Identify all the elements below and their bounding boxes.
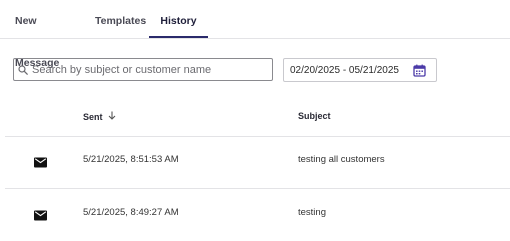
search-box[interactable] bbox=[13, 58, 273, 81]
search-icon bbox=[18, 64, 28, 75]
sort-descending-icon bbox=[108, 111, 116, 122]
date-range-value: 02/20/2025 - 05/21/2025 bbox=[290, 64, 399, 76]
tab-new-message[interactable]: New Message bbox=[15, 0, 75, 69]
table-header: Sent Subject bbox=[5, 103, 510, 137]
date-range-picker[interactable]: 02/20/2025 - 05/21/2025 bbox=[283, 58, 437, 82]
sent-date: 5/21/2025, 8:51:53 AM bbox=[83, 154, 179, 165]
tab-history[interactable]: History bbox=[149, 0, 208, 38]
table-row[interactable]: 5/21/2025, 8:49:27 AM testing bbox=[5, 189, 510, 241]
tab-templates[interactable]: Templates bbox=[95, 0, 146, 37]
mail-icon bbox=[34, 208, 47, 221]
mail-icon bbox=[34, 155, 47, 168]
column-header-sent-label: Sent bbox=[83, 111, 103, 122]
column-header-subject[interactable]: Subject bbox=[298, 111, 331, 121]
message-subject: testing all customers bbox=[298, 154, 385, 165]
table-row[interactable]: 5/21/2025, 8:51:53 AM testing all custom… bbox=[5, 136, 510, 189]
column-header-sent[interactable]: Sent bbox=[83, 111, 116, 122]
message-subject: testing bbox=[298, 207, 326, 218]
calendar-icon[interactable] bbox=[411, 62, 427, 78]
sent-date: 5/21/2025, 8:49:27 AM bbox=[83, 207, 179, 218]
tab-bar: New Message Templates History bbox=[0, 0, 510, 69]
search-input[interactable] bbox=[28, 63, 262, 76]
